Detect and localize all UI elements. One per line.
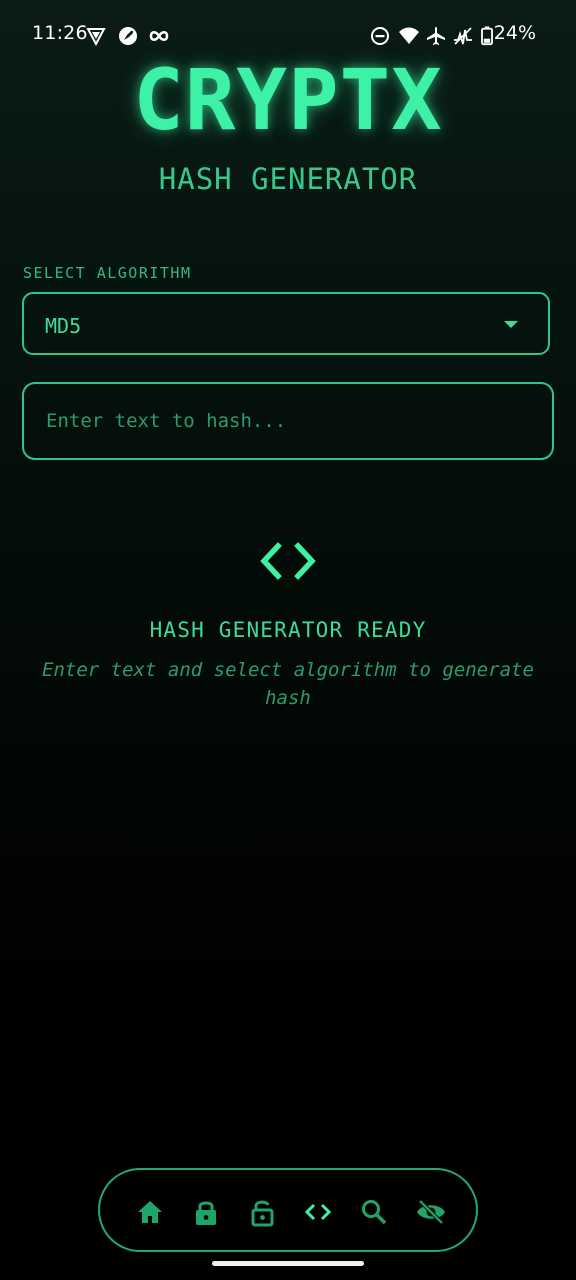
home-indicator[interactable] (212, 1261, 364, 1266)
airplane-icon (427, 27, 445, 45)
code-icon (260, 542, 316, 580)
battery-percentage: 24% (493, 22, 536, 44)
hash-text-input[interactable] (22, 382, 554, 460)
bottom-nav (98, 1168, 478, 1252)
unlock-icon[interactable] (247, 1197, 277, 1227)
wifi-icon (399, 27, 419, 44)
do-not-disturb-icon (371, 27, 389, 45)
battery-icon (481, 26, 493, 46)
dropdown-arrow-icon (504, 321, 518, 328)
search-icon[interactable] (359, 1197, 389, 1227)
status-title: HASH GENERATOR READY (149, 618, 427, 642)
algorithm-value: MD5 (45, 314, 82, 338)
status-time: 11:26 (32, 22, 88, 44)
lock-icon[interactable] (191, 1197, 221, 1227)
app-title: CRYPTX (133, 51, 443, 149)
signal-off-icon (454, 27, 472, 45)
algorithm-select[interactable]: MD5 (22, 292, 550, 355)
home-icon[interactable] (135, 1197, 165, 1227)
code-nav-icon[interactable] (303, 1197, 333, 1227)
rocket-badge-icon (119, 27, 137, 45)
infinity-icon (149, 30, 169, 42)
eye-off-icon[interactable] (414, 1197, 448, 1227)
status-description: Enter text and select algorithm to gener… (42, 659, 534, 709)
page-subtitle: HASH GENERATOR (158, 162, 418, 196)
algorithm-label: SELECT ALGORITHM (23, 264, 192, 282)
vpn-shield-icon (86, 28, 106, 46)
